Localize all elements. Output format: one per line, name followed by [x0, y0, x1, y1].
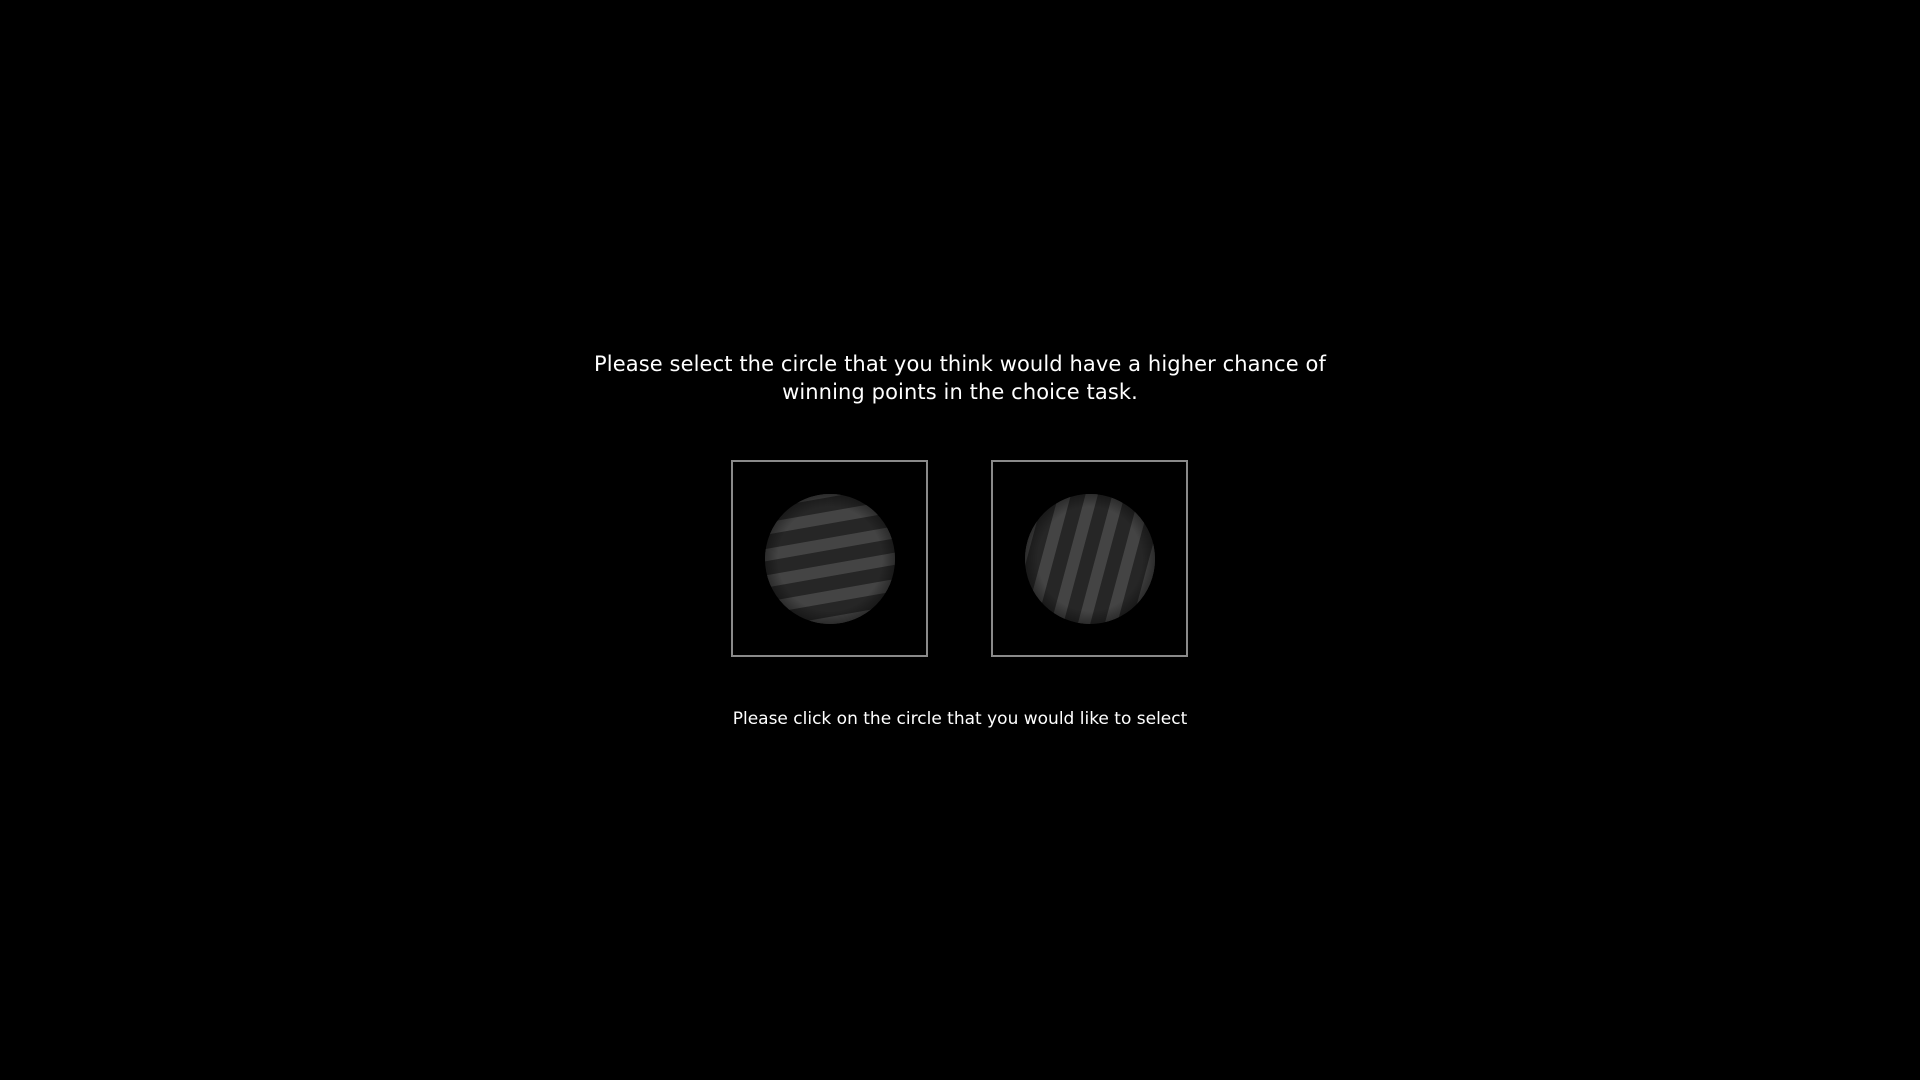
grating-circle-icon[interactable]: [765, 494, 895, 624]
instruction-text: Please click on the circle that you woul…: [732, 709, 1188, 729]
grating-circle-icon[interactable]: [1025, 494, 1155, 624]
task-screen: Please select the circle that you think …: [0, 0, 1920, 1080]
question-text: Please select the circle that you think …: [594, 352, 1326, 404]
choice-left-button[interactable]: [731, 460, 928, 657]
choice-right-button[interactable]: [991, 460, 1188, 657]
